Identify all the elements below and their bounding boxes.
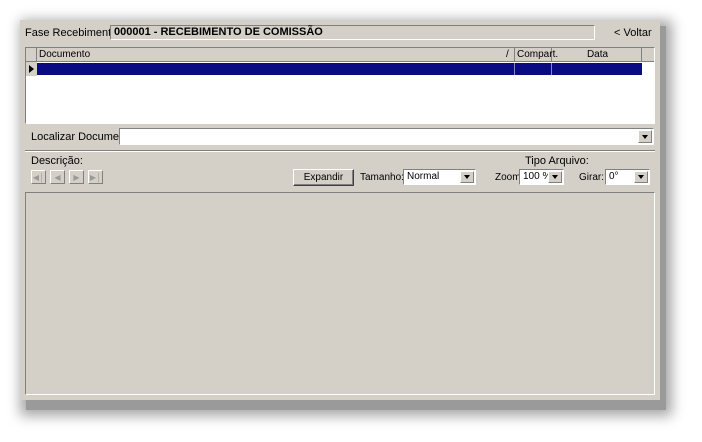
document-window: Fase Recebimento: 000001 - RECEBIMENTO D… — [20, 20, 660, 400]
table-row-selected[interactable] — [37, 63, 642, 75]
documents-grid[interactable]: Documento / Compart. Data — [25, 47, 655, 124]
prev-record-icon[interactable]: ◀ — [50, 170, 65, 184]
grid-corner — [26, 48, 37, 61]
rotate-value: 0° — [609, 171, 619, 182]
size-label: Tamanho: — [360, 172, 404, 183]
record-navigator: ◀│ ◀ ▶ ▶│ — [31, 170, 106, 184]
rotate-label: Girar: — [579, 172, 604, 183]
rotate-select[interactable]: 0° — [605, 169, 650, 185]
chevron-down-icon[interactable] — [638, 130, 652, 143]
row-indicator-icon — [26, 62, 37, 76]
file-type-label: Tipo Arquivo: — [525, 155, 589, 167]
phase-label: Fase Recebimento: — [25, 27, 121, 39]
column-data[interactable]: Data — [552, 48, 642, 61]
phase-value: 000001 - RECEBIMENTO DE COMISSÃO — [110, 25, 595, 40]
expand-button[interactable]: Expandir — [293, 169, 354, 186]
chevron-down-icon[interactable] — [634, 171, 648, 183]
document-preview-area[interactable] — [25, 192, 655, 395]
sort-indicator: / — [506, 49, 509, 60]
last-record-icon[interactable]: ▶│ — [88, 170, 103, 184]
size-select[interactable]: Normal — [403, 169, 476, 185]
expand-button-label: Expandir — [303, 172, 344, 183]
next-record-icon[interactable]: ▶ — [69, 170, 84, 184]
chevron-down-icon[interactable] — [548, 171, 562, 183]
description-label: Descrição: — [31, 155, 83, 167]
grid-header: Documento / Compart. Data — [26, 48, 654, 62]
back-link-text: < Voltar — [614, 27, 652, 39]
column-compart[interactable]: Compart. — [515, 48, 558, 61]
size-value: Normal — [407, 171, 440, 182]
search-panel: Localizar Documento: — [25, 126, 655, 149]
back-link[interactable]: < Voltar — [614, 27, 652, 39]
zoom-select[interactable]: 100 % — [519, 169, 564, 185]
column-documento[interactable]: Documento — [37, 48, 515, 61]
chevron-down-icon[interactable] — [460, 171, 474, 183]
first-record-icon[interactable]: ◀│ — [31, 170, 46, 184]
viewer-toolbar: Descrição: Tipo Arquivo: ◀│ ◀ ▶ ▶│ Expan… — [25, 152, 655, 192]
search-combobox[interactable] — [119, 128, 654, 145]
phase-value-text: 000001 - RECEBIMENTO DE COMISSÃO — [114, 26, 323, 38]
